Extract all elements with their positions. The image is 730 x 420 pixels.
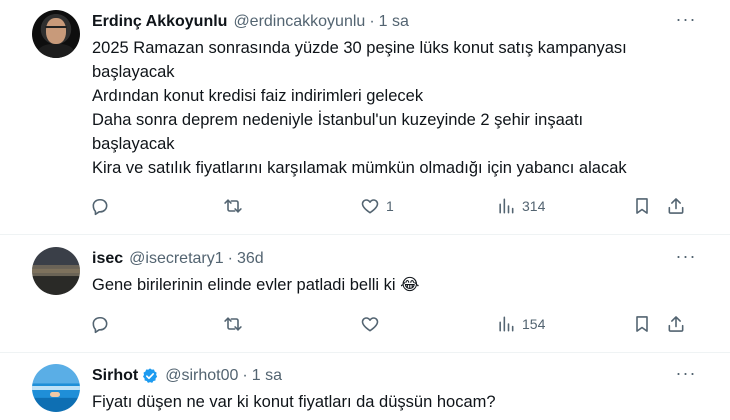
- tweet-text-line: başlayacak: [92, 63, 175, 81]
- separator-dot: ·: [242, 367, 248, 384]
- tweet-text: Gene birilerinin elinde evler patladi be…: [92, 273, 702, 297]
- avatar-wave: [32, 386, 80, 390]
- tweet-actions: 1 314: [86, 194, 696, 218]
- more-options-icon[interactable]: ···: [674, 10, 698, 32]
- reply-icon: [92, 316, 108, 334]
- avatar[interactable]: [32, 364, 80, 412]
- retweet-button[interactable]: [223, 312, 243, 336]
- views-icon: [499, 198, 514, 214]
- bookmark-icon: [636, 198, 648, 214]
- avatar[interactable]: [32, 10, 80, 58]
- share-icon: [668, 316, 684, 332]
- view-count: 154: [522, 316, 546, 332]
- tweet-text-line: Fiyatı düşen ne var ki konut fiyatları d…: [92, 393, 496, 411]
- like-count: 1: [386, 198, 394, 214]
- divider: [0, 352, 730, 353]
- tweet-text-line: Kira ve satılık fiyatlarını karşılamak m…: [92, 159, 627, 177]
- share-button[interactable]: [666, 194, 686, 218]
- author-name[interactable]: Erdinç Akkoyunlu: [92, 13, 227, 31]
- timestamp[interactable]: 1 sa: [252, 367, 282, 385]
- avatar[interactable]: [32, 247, 80, 295]
- tweet-text: 2025 Ramazan sonrasında yüzde 30 peşine …: [92, 36, 702, 180]
- verified-badge-icon: [143, 368, 158, 383]
- like-button[interactable]: [360, 312, 380, 336]
- author-handle[interactable]: @isecretary1: [129, 250, 224, 268]
- views-icon: [499, 316, 514, 332]
- reply-button[interactable]: [90, 194, 110, 218]
- like-icon: [361, 199, 379, 214]
- more-options-icon[interactable]: ···: [674, 364, 698, 386]
- avatar-body: [38, 44, 74, 58]
- tweet-header: isec @isecretary1 · 36d: [92, 249, 264, 269]
- like-button[interactable]: 1: [360, 194, 394, 218]
- timestamp[interactable]: 36d: [237, 250, 264, 268]
- tweet-text-line: 2025 Ramazan sonrasında yüzde 30 peşine …: [92, 39, 627, 57]
- tweet-text-line: Ardından konut kredisi faiz indirimleri …: [92, 87, 424, 105]
- tweet-text-line: Gene birilerinin elinde evler patladi be…: [92, 276, 420, 294]
- tweet-actions: 154: [86, 312, 696, 336]
- avatar-glasses: [45, 26, 67, 33]
- author-name[interactable]: isec: [92, 250, 123, 268]
- author-handle[interactable]: @erdincakkoyunlu: [233, 13, 365, 31]
- avatar-horizon: [32, 265, 80, 273]
- more-options-icon[interactable]: ···: [674, 247, 698, 269]
- share-icon: [668, 198, 684, 214]
- share-button[interactable]: [666, 312, 686, 336]
- retweet-icon: [224, 199, 242, 213]
- tweet-header: Erdinç Akkoyunlu @erdincakkoyunlu · 1 sa: [92, 12, 409, 32]
- views-button[interactable]: 154: [496, 312, 545, 336]
- bookmark-icon: [636, 316, 648, 332]
- separator-dot: ·: [227, 250, 233, 267]
- retweet-icon: [224, 317, 242, 331]
- bookmark-button[interactable]: [632, 194, 652, 218]
- divider: [0, 234, 730, 235]
- author-name[interactable]: Sirhot: [92, 367, 138, 385]
- bookmark-button[interactable]: [632, 312, 652, 336]
- tweet-header: Sirhot @sirhot00 · 1 sa: [92, 366, 282, 386]
- retweet-button[interactable]: [223, 194, 243, 218]
- tweet-text: Fiyatı düşen ne var ki konut fiyatları d…: [92, 390, 702, 414]
- view-count: 314: [522, 198, 546, 214]
- tweet-text-line: Daha sonra deprem nedeniyle İstanbul'un …: [92, 111, 584, 129]
- tweet-text-line: başlayacak: [92, 135, 175, 153]
- avatar-figure: [50, 392, 60, 397]
- separator-dot: ·: [369, 13, 375, 30]
- author-handle[interactable]: @sirhot00: [165, 367, 238, 385]
- reply-icon: [92, 198, 108, 216]
- reply-button[interactable]: [90, 312, 110, 336]
- timestamp[interactable]: 1 sa: [379, 13, 409, 31]
- views-button[interactable]: 314: [496, 194, 545, 218]
- like-icon: [361, 317, 379, 332]
